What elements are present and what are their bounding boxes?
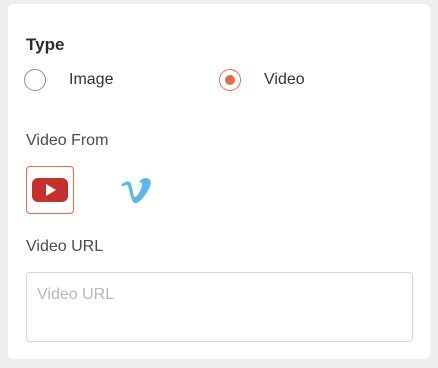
vimeo-source-button[interactable] [112, 166, 160, 214]
video-url-heading: Video URL [26, 238, 104, 255]
radio-button-video[interactable] [219, 69, 241, 91]
radio-option-image[interactable]: Image [24, 67, 113, 93]
radio-button-image[interactable] [24, 69, 46, 91]
type-heading: Type [26, 35, 65, 54]
radio-label-image: Image [69, 71, 114, 88]
video-from-heading: Video From [26, 132, 109, 149]
radio-selected-dot [225, 75, 235, 85]
radio-option-video[interactable]: Video [219, 67, 305, 93]
video-settings-panel: Type Image Video Video From Video URL [8, 4, 430, 359]
radio-label-video: Video [264, 71, 305, 88]
video-url-input[interactable] [26, 272, 413, 342]
vimeo-icon [121, 178, 151, 204]
youtube-icon [32, 178, 68, 202]
youtube-source-button[interactable] [26, 166, 74, 214]
